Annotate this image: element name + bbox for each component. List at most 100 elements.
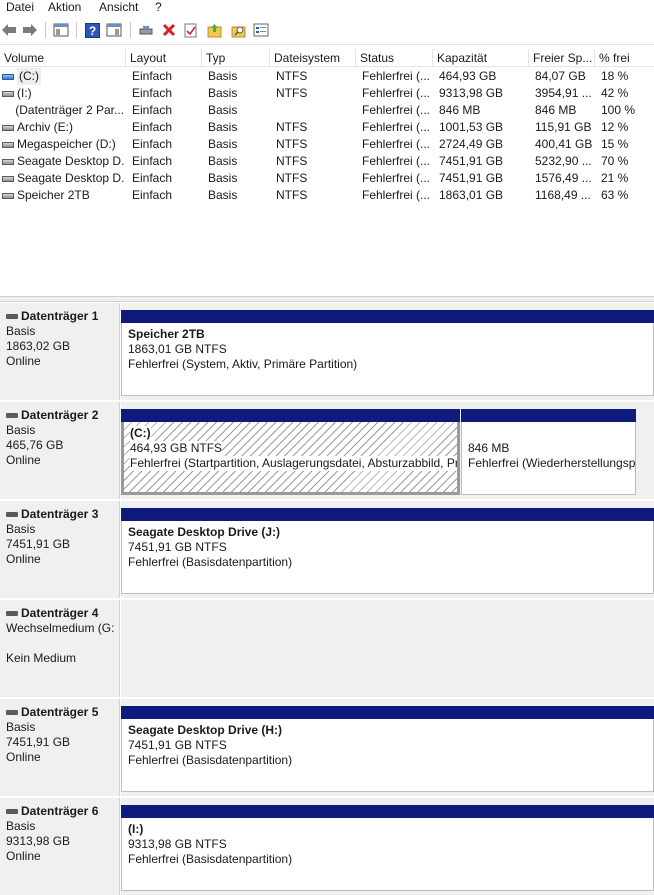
pane-splitter[interactable]: [0, 296, 654, 302]
column-header-kapazitaet[interactable]: Kapazität: [433, 49, 529, 66]
volume-cell-cap: 9313,98 GB: [439, 86, 504, 100]
disk-label[interactable]: Datenträger 2 Basis 465,76 GB Online: [0, 402, 120, 499]
disk-label[interactable]: Datenträger 1 Basis 1863,02 GB Online: [0, 303, 120, 400]
volume-row[interactable]: Archiv (E:) Einfach Basis NTFS Fehlerfrei (.…: [0, 119, 654, 136]
volume-cell-layout: Einfach: [132, 69, 173, 83]
volume-cell-layout: Einfach: [132, 137, 173, 151]
disk-type: Basis: [6, 324, 36, 338]
disk-icon: [6, 809, 18, 814]
disk-title-text: Datenträger 4: [21, 606, 99, 620]
column-header-dateisystem[interactable]: Dateisystem: [270, 49, 356, 66]
partition-bar: [121, 409, 460, 422]
column-header-status[interactable]: Status: [356, 49, 433, 66]
partition[interactable]: Seagate Desktop Drive (H:) 7451,91 GB NTF…: [121, 706, 654, 792]
volume-row[interactable]: Seagate Desktop D... Einfach Basis NTFS Fehl…: [0, 153, 654, 170]
disk-row: Datenträger 6 Basis 9313,98 GB Online (I:) 93…: [0, 798, 654, 895]
volume-cell-free: 846 MB: [535, 103, 577, 117]
volume-cell-typ: Basis: [208, 120, 238, 134]
partition[interactable]: 846 MB Fehlerfrei (Wiederherstellungsp: [461, 409, 636, 495]
disk-row: Datenträger 3 Basis 7451,91 GB Online Seagat…: [0, 501, 654, 598]
partition[interactable]: (C:) 464,93 GB NTFS Fehlerfrei (Startparti…: [121, 409, 460, 495]
partition-title: (C:): [130, 426, 151, 441]
volume-cell-pct: 63 %: [601, 188, 629, 202]
console-tree-icon[interactable]: [52, 21, 70, 39]
drive-icon: [2, 73, 14, 80]
partition-title: Speicher 2TB: [128, 327, 205, 341]
volume-cell-name: (I:): [2, 85, 124, 102]
volume-row[interactable]: Megaspeicher (D:) Einfach Basis NTFS Fehlerf…: [0, 136, 654, 153]
partition[interactable]: Seagate Desktop Drive (J:) 7451,91 GB NTF…: [121, 508, 654, 594]
view-icon[interactable]: [105, 21, 123, 39]
volume-cell-layout: Einfach: [132, 188, 173, 202]
disk-label[interactable]: Datenträger 3 Basis 7451,91 GB Online: [0, 501, 120, 598]
toolbar-separator: [130, 22, 131, 38]
delete-icon[interactable]: [160, 21, 178, 39]
partition-status: Fehlerfrei (Basisdatenpartition): [128, 852, 293, 866]
partition-body: (I:) 9313,98 GB NTFS Fehlerfrei (Basisdate…: [121, 818, 654, 891]
partition-size: 1863,01 GB NTFS: [128, 342, 227, 356]
volume-cell-typ: Basis: [208, 188, 238, 202]
volume-cell-fs: [276, 102, 356, 119]
partition-size: 464,93 GB NTFS: [130, 441, 223, 456]
volume-cell-pct: 42 %: [601, 86, 629, 100]
column-header-prozent-frei[interactable]: % frei: [595, 49, 654, 66]
menu-ansicht[interactable]: Ansicht: [99, 0, 138, 14]
disk-label[interactable]: Datenträger 5 Basis 7451,91 GB Online: [0, 699, 120, 796]
connect-icon[interactable]: [137, 21, 155, 39]
volume-row[interactable]: Seagate Desktop D... Einfach Basis NTFS Fehl…: [0, 170, 654, 187]
volume-row[interactable]: Speicher 2TB Einfach Basis NTFS Fehlerfrei (…: [0, 187, 654, 204]
partition-map: Seagate Desktop Drive (H:) 7451,91 GB NTF…: [121, 699, 654, 796]
volume-cell-free: 5232,90 ...: [535, 154, 592, 168]
column-header-typ[interactable]: Typ: [202, 49, 270, 66]
volume-cell-free: 1168,49 ...: [535, 188, 591, 202]
disk-title-text: Datenträger 6: [21, 804, 99, 818]
menu-aktion[interactable]: Aktion: [48, 0, 81, 14]
disk-row: Datenträger 5 Basis 7451,91 GB Online Seagat…: [0, 699, 654, 796]
menu-datei[interactable]: Datei: [6, 0, 34, 14]
check-icon[interactable]: [182, 21, 200, 39]
volume-cell-pct: 21 %: [601, 171, 629, 185]
volume-row[interactable]: (C:) Einfach Basis NTFS Fehlerfrei (... 464,9…: [0, 68, 654, 85]
partition-status: Fehlerfrei (System, Aktiv, Primäre Parti…: [128, 357, 358, 371]
disk-size: 7451,91 GB: [6, 735, 71, 749]
disk-type: Basis: [6, 819, 36, 833]
volume-row[interactable]: (Datenträger 2 Par... Einfach Basis Fehlerf…: [0, 102, 654, 119]
disk-type: Basis: [6, 720, 36, 734]
volume-cell-fs: NTFS: [276, 120, 308, 134]
volume-row[interactable]: (I:) Einfach Basis NTFS Fehlerfrei (... 9313,…: [0, 85, 654, 102]
partition-status: Fehlerfrei (Basisdatenpartition): [128, 555, 293, 569]
disk-title-text: Datenträger 2: [21, 408, 99, 422]
disk-title-text: Datenträger 3: [21, 507, 99, 521]
disk-icon: [6, 512, 18, 517]
forward-icon[interactable]: [21, 21, 39, 39]
open-folder-icon[interactable]: [205, 21, 223, 39]
partition-map: Seagate Desktop Drive (J:) 7451,91 GB NTF…: [121, 501, 654, 598]
back-icon[interactable]: [0, 21, 18, 39]
partition-map: Speicher 2TB 1863,01 GB NTFS Fehlerfrei (S…: [121, 303, 654, 400]
search-folder-icon[interactable]: [229, 21, 247, 39]
disk-title-text: Datenträger 1: [21, 309, 99, 323]
disk-label[interactable]: Datenträger 4 Wechselmedium (G: Kein Mediu…: [0, 600, 120, 697]
drive-icon: [2, 192, 14, 199]
disk-size: 1863,02 GB: [6, 339, 71, 353]
volume-cell-layout: Einfach: [132, 86, 173, 100]
column-header-volume[interactable]: Volume: [0, 49, 126, 66]
partition-title: (I:): [128, 822, 144, 836]
partition-body: (C:) 464,93 GB NTFS Fehlerfrei (Startparti…: [121, 422, 460, 495]
column-header-layout[interactable]: Layout: [126, 49, 202, 66]
disk-icon: [6, 413, 18, 418]
help-icon[interactable]: ?: [83, 21, 101, 39]
disk-label[interactable]: Datenträger 6 Basis 9313,98 GB Online: [0, 798, 120, 895]
partition[interactable]: Speicher 2TB 1863,01 GB NTFS Fehlerfrei (S…: [121, 310, 654, 396]
disk-icon: [6, 611, 18, 616]
column-header-freier-speicher[interactable]: Freier Sp...: [529, 49, 595, 66]
volume-cell-cap: 464,93 GB: [439, 69, 497, 83]
volume-cell-layout: Einfach: [132, 103, 173, 117]
volume-cell-pct: 18 %: [601, 69, 629, 83]
properties-icon[interactable]: [252, 21, 270, 39]
volume-cell-status: Fehlerfrei (...: [362, 120, 431, 134]
partition-title: Seagate Desktop Drive (H:): [128, 723, 283, 737]
partition[interactable]: (I:) 9313,98 GB NTFS Fehlerfrei (Basisdate…: [121, 805, 654, 891]
partition-bar: [121, 508, 654, 521]
menu-help[interactable]: ?: [155, 0, 162, 14]
